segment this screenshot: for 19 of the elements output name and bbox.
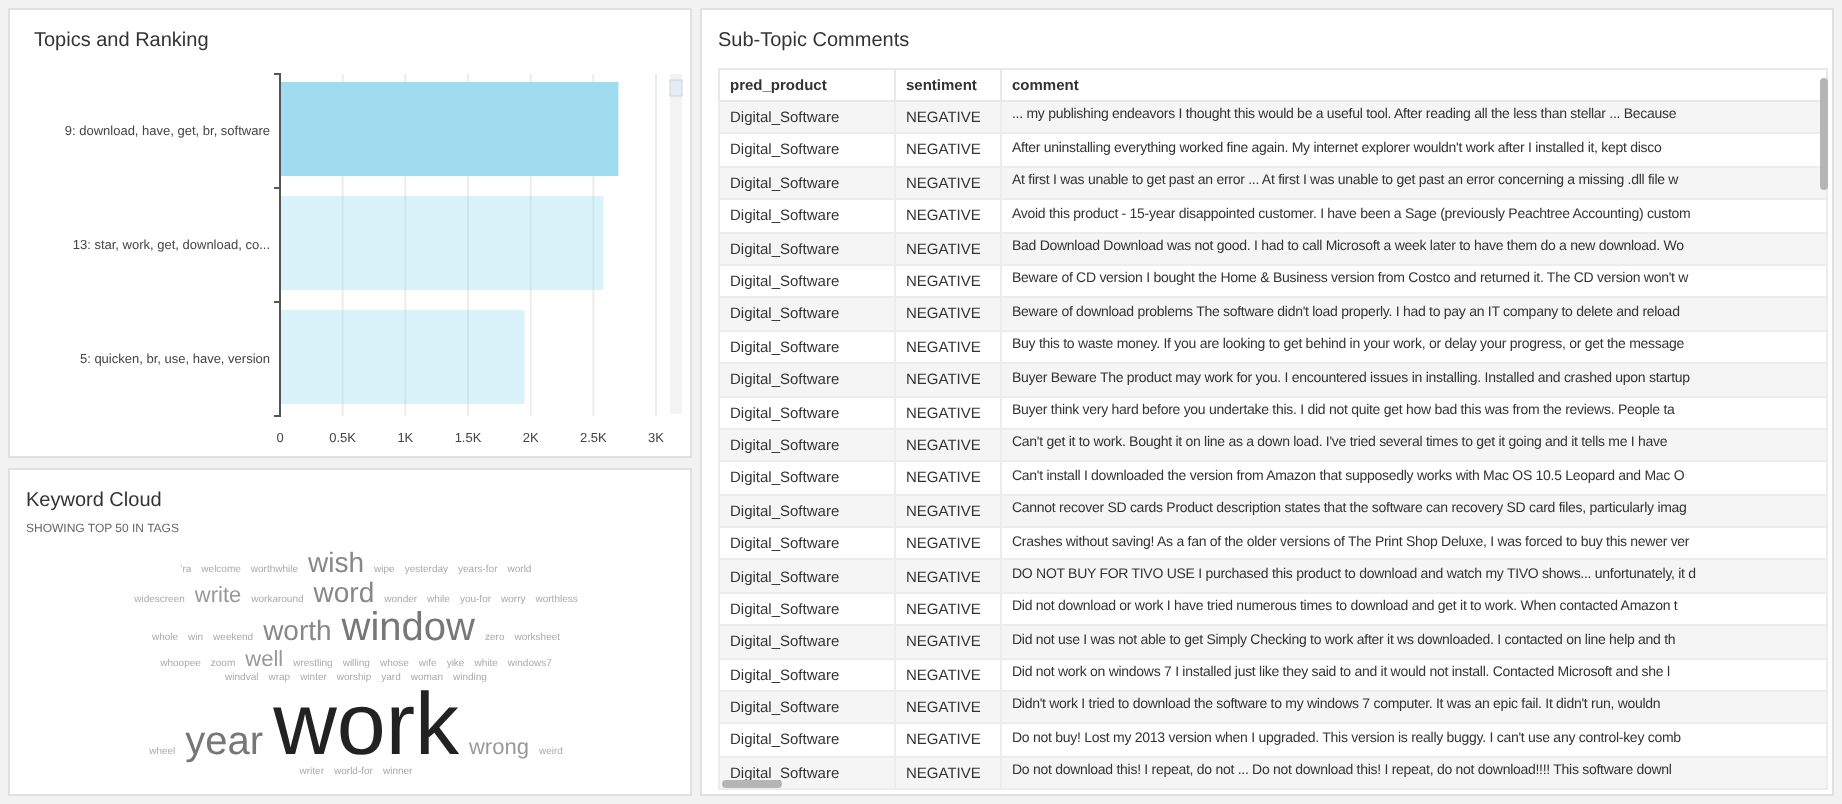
vertical-scrollbar[interactable] [1820, 78, 1828, 190]
keyword[interactable]: work [273, 686, 459, 766]
bar[interactable] [280, 196, 604, 290]
keyword[interactable]: well [245, 648, 284, 672]
keyword[interactable]: year [185, 722, 264, 762]
keyword[interactable]: wish [308, 548, 365, 578]
bar[interactable] [280, 310, 525, 404]
scrollbar[interactable] [670, 74, 682, 414]
keyword[interactable]: window [341, 608, 475, 648]
bar[interactable] [280, 82, 619, 176]
scroll-thumb[interactable] [669, 79, 683, 97]
horizontal-scrollbar[interactable] [722, 780, 782, 788]
panel-title: Topics and Ranking [34, 28, 211, 56]
panel-title: Keyword Cloud [26, 488, 162, 516]
keyword[interactable]: worth [263, 616, 332, 646]
panel-title: Sub-Topic Comments [718, 28, 910, 56]
keyword[interactable]: word [313, 578, 375, 608]
keyword[interactable]: wrong [468, 736, 529, 760]
keyword[interactable]: write [194, 584, 242, 608]
